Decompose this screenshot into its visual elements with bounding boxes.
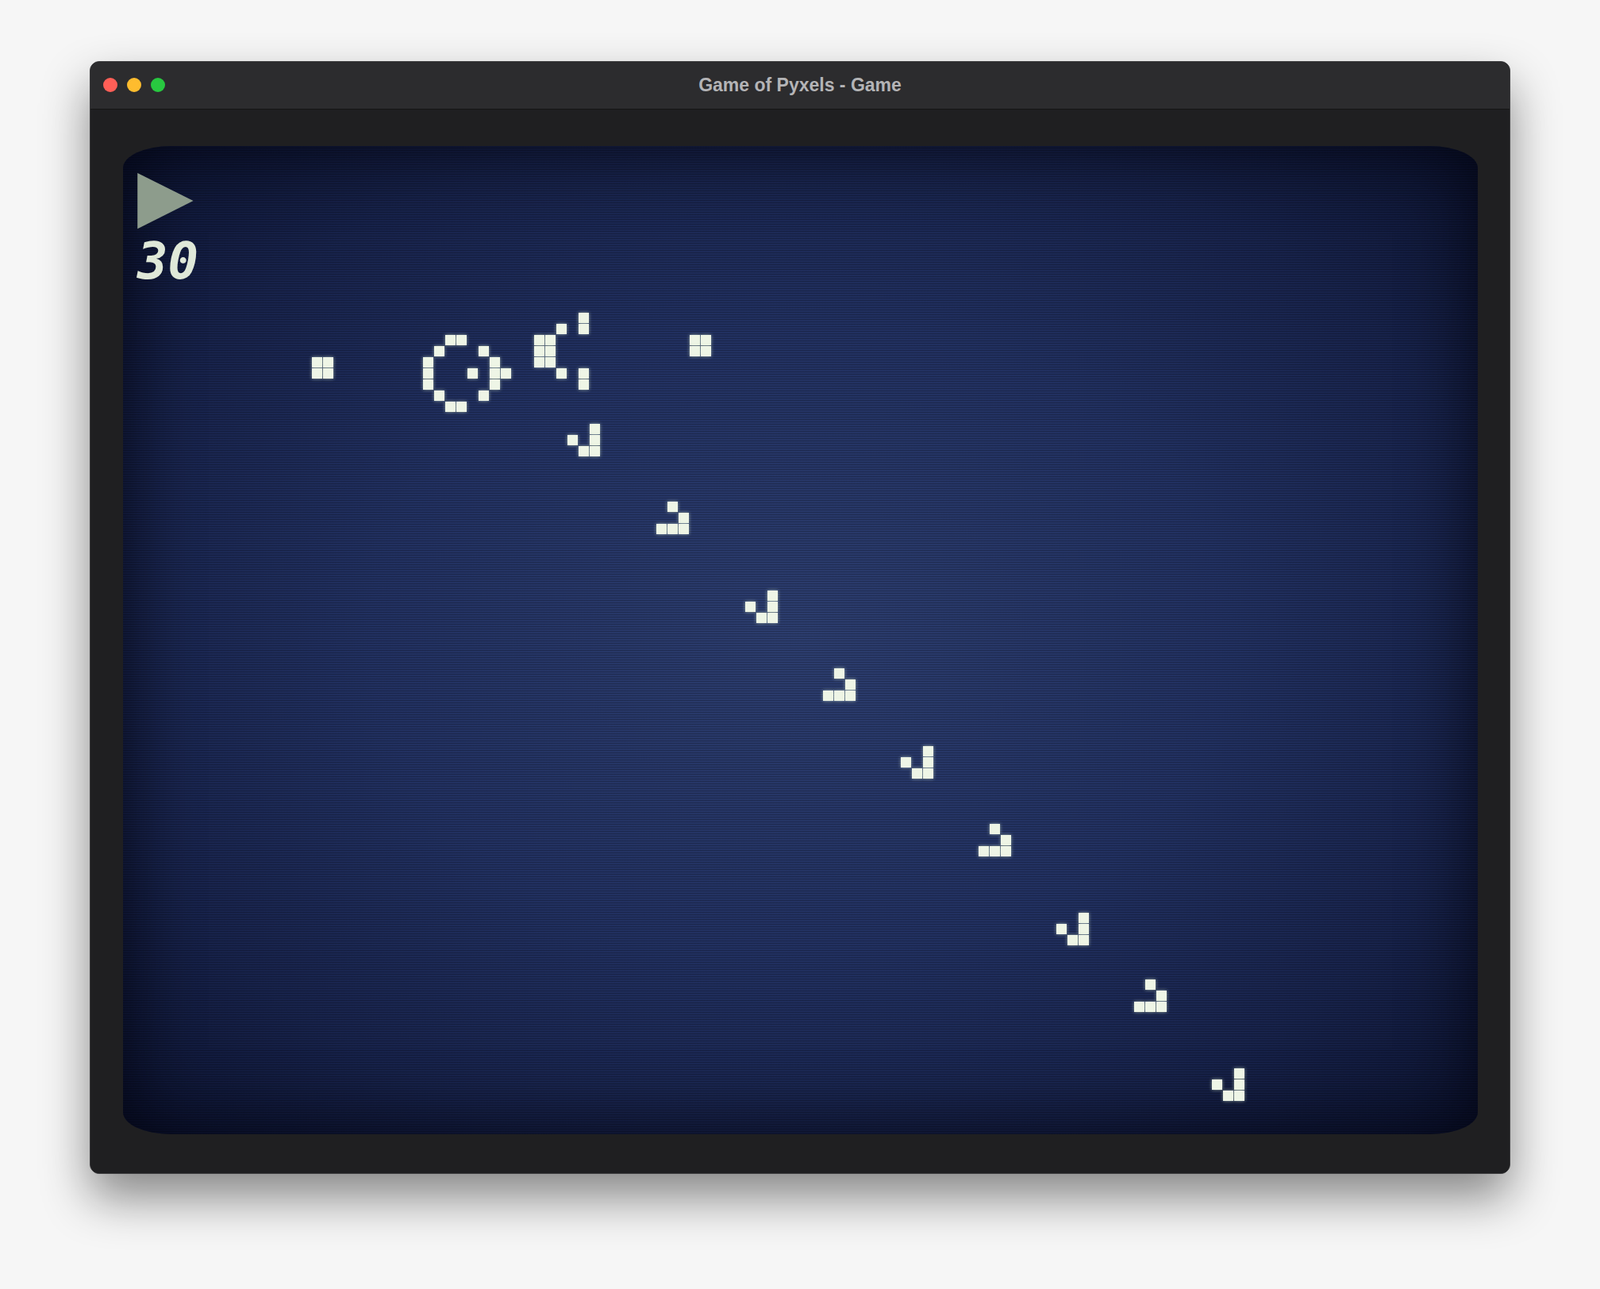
live-cell bbox=[667, 501, 678, 512]
live-cell bbox=[311, 357, 323, 368]
window-content: ▶30 bbox=[90, 109, 1510, 1174]
live-cell bbox=[478, 346, 489, 357]
live-cell bbox=[689, 346, 700, 357]
live-cell bbox=[834, 690, 845, 701]
live-cell bbox=[534, 334, 545, 346]
live-cell bbox=[311, 368, 323, 379]
live-cell bbox=[923, 746, 934, 757]
live-cell bbox=[678, 523, 689, 535]
live-cell bbox=[534, 357, 545, 368]
live-cell bbox=[589, 446, 600, 457]
live-cell bbox=[678, 512, 689, 524]
live-cell bbox=[423, 368, 434, 379]
live-cell bbox=[1234, 1079, 1245, 1090]
live-cell bbox=[1134, 1001, 1145, 1012]
live-cell bbox=[456, 334, 467, 346]
live-cell bbox=[589, 434, 600, 446]
live-cell bbox=[545, 357, 556, 368]
live-cell bbox=[656, 523, 667, 535]
live-cell bbox=[923, 757, 934, 768]
live-cell bbox=[545, 346, 556, 357]
live-cell bbox=[445, 401, 456, 412]
live-cell bbox=[556, 323, 567, 335]
live-cell bbox=[489, 357, 500, 368]
live-cell bbox=[534, 346, 545, 357]
live-cell bbox=[745, 601, 756, 612]
live-cell bbox=[323, 368, 334, 379]
live-cell bbox=[556, 368, 567, 379]
live-cell bbox=[1078, 912, 1089, 924]
live-cell bbox=[545, 334, 556, 346]
live-cell bbox=[578, 446, 589, 457]
traffic-lights bbox=[103, 61, 166, 109]
live-cell bbox=[900, 757, 912, 768]
live-cell bbox=[434, 390, 445, 401]
live-cell bbox=[989, 823, 1000, 835]
live-cell bbox=[1000, 846, 1012, 857]
live-cell bbox=[1145, 979, 1156, 990]
live-cell bbox=[1056, 923, 1067, 935]
live-cell bbox=[756, 612, 767, 624]
live-cell bbox=[578, 379, 589, 390]
live-cell bbox=[1156, 1001, 1167, 1012]
live-cell bbox=[578, 368, 589, 379]
live-cell bbox=[456, 401, 467, 412]
live-cell bbox=[667, 523, 678, 535]
desktop: Game of Pyxels - Game ▶30 bbox=[0, 0, 1600, 1289]
game-screen[interactable]: ▶30 bbox=[123, 146, 1478, 1135]
live-cell bbox=[1234, 1090, 1245, 1101]
live-cell bbox=[589, 423, 600, 435]
scanlines bbox=[123, 146, 1478, 1135]
live-cell bbox=[1078, 934, 1089, 946]
minimize-button[interactable] bbox=[126, 77, 142, 93]
live-cell bbox=[689, 334, 700, 346]
live-cell bbox=[467, 368, 478, 379]
live-cell bbox=[434, 346, 445, 357]
title-bar: Game of Pyxels - Game bbox=[90, 61, 1510, 110]
live-cell bbox=[1234, 1068, 1245, 1079]
live-cell bbox=[823, 690, 834, 701]
live-cell bbox=[1211, 1079, 1223, 1090]
live-cell bbox=[700, 346, 712, 357]
live-cell bbox=[923, 768, 934, 779]
play-state-icon[interactable]: ▶ bbox=[137, 157, 194, 235]
live-cell bbox=[767, 601, 778, 612]
live-cell bbox=[767, 590, 778, 601]
live-cell bbox=[1223, 1090, 1234, 1101]
live-cell bbox=[845, 679, 856, 690]
live-cell bbox=[445, 334, 456, 346]
live-cell bbox=[978, 846, 989, 857]
live-cell bbox=[489, 368, 500, 379]
live-cell bbox=[767, 612, 778, 624]
live-cell bbox=[1067, 934, 1078, 946]
live-cell bbox=[700, 334, 712, 346]
live-cell bbox=[1156, 990, 1167, 1001]
live-cell bbox=[578, 323, 589, 335]
live-cell bbox=[500, 368, 512, 379]
live-cell bbox=[489, 379, 500, 390]
live-cell bbox=[323, 357, 334, 368]
vignette bbox=[123, 146, 1478, 1135]
live-cell bbox=[834, 668, 845, 679]
app-window: Game of Pyxels - Game ▶30 bbox=[89, 61, 1511, 1174]
hud: ▶30 bbox=[137, 157, 199, 290]
zoom-button[interactable] bbox=[150, 77, 166, 93]
close-button[interactable] bbox=[103, 77, 118, 93]
live-cell bbox=[845, 690, 856, 701]
live-cell bbox=[989, 846, 1000, 857]
generation-counter: 30 bbox=[137, 233, 199, 289]
window-title: Game of Pyxels - Game bbox=[698, 61, 902, 109]
live-cell bbox=[1000, 834, 1012, 846]
live-cell bbox=[578, 312, 589, 324]
live-cell bbox=[423, 357, 434, 368]
live-cell bbox=[911, 768, 923, 779]
live-cell bbox=[1145, 1001, 1156, 1012]
live-cell bbox=[478, 390, 489, 401]
live-cell bbox=[423, 379, 434, 390]
live-cell bbox=[1078, 923, 1089, 935]
live-cell bbox=[567, 434, 578, 446]
